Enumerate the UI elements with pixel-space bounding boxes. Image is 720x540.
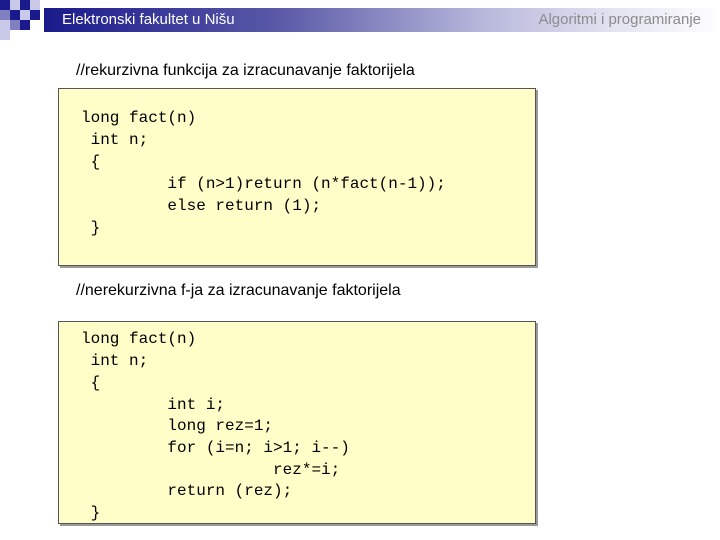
institution-title: Elektronski fakultet u Nišu	[62, 11, 235, 28]
nonrecursive-comment: //nerekurzivna f-ja za izracunavanje fak…	[76, 282, 401, 299]
code-line: long rez=1;	[81, 417, 274, 435]
code-line: int i;	[81, 396, 226, 414]
code-line: }	[81, 219, 101, 237]
code-line: for (i=n; i>1; i--)	[81, 439, 350, 457]
code-line: long fact(n)	[81, 330, 197, 348]
code-line: }	[81, 504, 101, 522]
code-line: int n;	[81, 131, 149, 149]
code-line: long fact(n)	[81, 109, 197, 127]
code-line: if (n>1)return (n*fact(n-1));	[81, 175, 446, 193]
slide-header: Elektronski fakultet u Nišu Algoritmi i …	[0, 0, 720, 40]
recursive-comment: //rekurzivna funkcija za izracunavanje f…	[76, 62, 415, 79]
code-line: return (rez);	[81, 482, 293, 500]
code-line: {	[81, 153, 101, 171]
code-line: else return (1);	[81, 197, 322, 215]
recursive-code-box: long fact(n) int n; { if (n>1)return (n*…	[58, 88, 536, 266]
code-line: int n;	[81, 352, 149, 370]
code-line: rez*=i;	[81, 461, 341, 479]
code-line: {	[81, 374, 101, 392]
nonrecursive-code-box: long fact(n) int n; { int i; long rez=1;…	[58, 321, 536, 524]
course-title: Algoritmi i programiranje	[538, 11, 701, 28]
